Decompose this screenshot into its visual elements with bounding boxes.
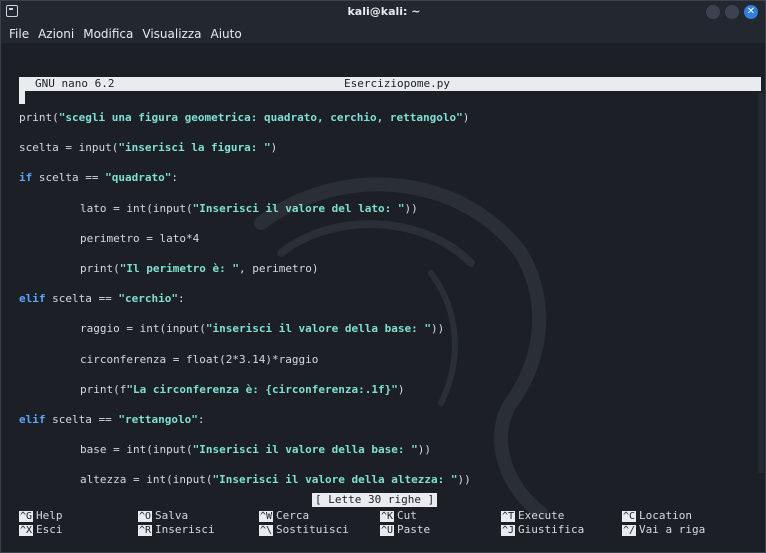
menu-azioni[interactable]: Azioni — [38, 24, 74, 44]
shortcut-cerca[interactable]: ^W Cerca — [259, 509, 309, 523]
nano-version: GNU nano 6.2 — [35, 77, 115, 90]
window-title: kali@kali: ~ — [347, 5, 421, 18]
shortcut-execute[interactable]: ^T Execute — [501, 509, 564, 523]
menu-aiuto[interactable]: Aiuto — [210, 24, 241, 44]
menu-modifica[interactable]: Modifica — [83, 24, 133, 44]
code-line: elif scelta == "rettangolo": — [19, 412, 205, 426]
shortcut-inserisci[interactable]: ^R Inserisci — [138, 523, 215, 537]
shortcut-help[interactable]: ^G Help — [19, 509, 63, 523]
minimize-button[interactable] — [706, 5, 720, 19]
code-line: circonferenza = float(2*3.14)*raggio — [80, 352, 319, 366]
code-line: altezza = int(input("Inserisci il valore… — [80, 473, 471, 487]
maximize-button[interactable] — [725, 5, 739, 19]
text-cursor — [19, 90, 25, 104]
code-line: print("scegli una figura geometrica: qua… — [19, 111, 470, 124]
code-line: elif scelta == "cerchio": — [19, 292, 185, 306]
terminal-window: kali@kali: ~ ✕ File Azioni Modifica Visuali… — [0, 0, 766, 553]
shortcut-paste[interactable]: ^U Paste — [380, 523, 430, 537]
code-line: print("Il perimetro è: ", perimetro) — [80, 261, 319, 275]
file-name: Eserciziopome.py — [344, 77, 450, 90]
code-line: base = int(input("Inserisci il valore de… — [80, 443, 432, 457]
shortcut-sostituisci[interactable]: ^\ Sostituisci — [259, 523, 349, 537]
code-line: if scelta == "quadrato": — [19, 171, 178, 185]
menu-bar: File Azioni Modifica Visualizza Aiuto — [1, 23, 765, 44]
shortcut-vai-a-riga[interactable]: ^/Vai a riga — [622, 523, 705, 537]
code-line: raggio = int(input("inserisci il valore … — [80, 322, 445, 336]
code-line: print(f"La circonferenza è: {circonferen… — [80, 382, 405, 396]
code-line: scelta = input("inserisci la figura: ") — [19, 141, 278, 155]
close-button[interactable]: ✕ — [744, 5, 758, 19]
code-line: lato = int(input("Inserisci il valore de… — [80, 201, 418, 215]
menu-file[interactable]: File — [9, 24, 29, 44]
title-bar[interactable]: kali@kali: ~ ✕ — [1, 1, 765, 23]
shortcut-salva[interactable]: ^O Salva — [138, 509, 188, 523]
shortcut-esci[interactable]: ^X Esci — [19, 523, 63, 537]
shortcut-giustifica[interactable]: ^J Giustifica — [501, 523, 584, 537]
shortcut-cut[interactable]: ^K Cut — [380, 509, 417, 523]
menu-visualizza[interactable]: Visualizza — [142, 24, 201, 44]
code-line: perimetro = lato*4 — [80, 231, 200, 245]
shortcut-location[interactable]: ^C Location — [622, 509, 692, 523]
status-message: [ Lette 30 righe ] — [312, 493, 438, 507]
terminal-area[interactable]: GNU nano 6.2 Eserciziopome.py print("sce… — [1, 43, 765, 552]
nano-header-bar: GNU nano 6.2 Eserciziopome.py — [19, 77, 761, 91]
code-editor[interactable]: print("scegli una figura geometrica: qua… — [19, 103, 759, 495]
